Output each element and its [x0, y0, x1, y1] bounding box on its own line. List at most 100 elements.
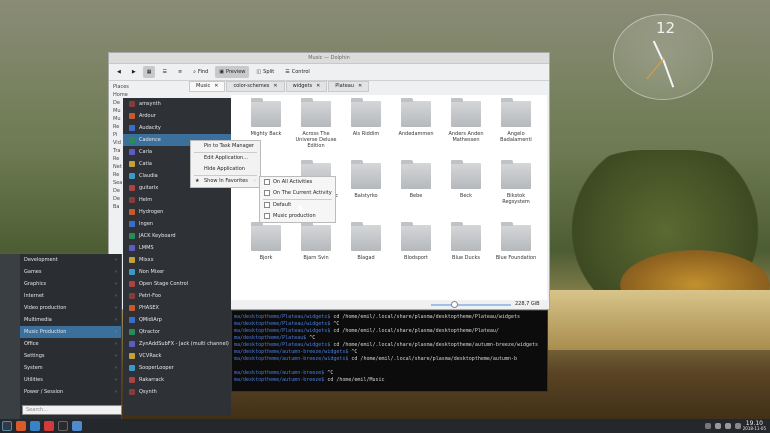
hide-application[interactable]: Hide Application [191, 164, 260, 175]
app-item[interactable]: Non Mixer [123, 266, 231, 278]
app-item[interactable]: PHASEX [123, 302, 231, 314]
app-icon [129, 341, 135, 347]
icons-view-button[interactable]: ▦ [142, 66, 156, 78]
app-label: Claudia [139, 173, 158, 179]
toolbar: ◀ ▶ ▦ ☰ ≡ ⌕ Find ▣ Preview ◫ Split ☰ Control [109, 64, 549, 81]
task-kdeconnect-icon[interactable] [72, 421, 82, 431]
task-pdf-icon[interactable] [44, 421, 54, 431]
folder-item[interactable]: Bjarn Svin [293, 222, 339, 261]
folder-item[interactable]: Andedammen [393, 98, 439, 137]
app-item[interactable]: Qtractor [123, 326, 231, 338]
app-item[interactable]: VCVRack [123, 350, 231, 362]
folder-item[interactable]: Bikstok Regsystem [493, 160, 539, 205]
preview-button[interactable]: ▣ Preview [215, 66, 250, 78]
zoom-handle[interactable] [451, 301, 458, 308]
folder-item[interactable]: Balstyrko [343, 160, 389, 199]
app-item[interactable]: Rakarrack [123, 374, 231, 386]
checkbox[interactable] [264, 213, 270, 219]
folder-item[interactable]: Beck [443, 160, 489, 199]
app-label: Audacity [139, 125, 161, 131]
taskbar-panel: 19.10 2018-11-05 [0, 419, 770, 433]
tab-color-schemes[interactable]: color-schemes ✕ [226, 81, 285, 92]
folder-item[interactable]: Bebe [393, 160, 439, 199]
app-item[interactable]: SooperLooper [123, 362, 231, 374]
application-launcher-icon[interactable] [2, 421, 12, 431]
tab-music[interactable]: Music ✕ [189, 81, 226, 92]
checkbox[interactable] [264, 190, 270, 196]
app-item[interactable]: Ingen [123, 218, 231, 230]
checkbox[interactable] [264, 202, 270, 208]
app-item[interactable]: Hydrogen [123, 206, 231, 218]
launcher-sidebar [0, 254, 20, 419]
on-current-activity[interactable]: On The Current Activity [260, 188, 335, 199]
folder-item[interactable]: Bjork [243, 222, 289, 261]
pin-to-task-manager[interactable]: Pin to Task Manager [191, 141, 260, 152]
app-label: LMMS [139, 245, 154, 251]
control-button[interactable]: ☰ Control [281, 66, 314, 78]
tab-widgets[interactable]: widgets ✕ [285, 81, 328, 92]
close-icon[interactable]: ✕ [214, 81, 218, 92]
folder-item[interactable]: Blue Foundation [493, 222, 539, 261]
on-all-activities[interactable]: On All Activities [260, 177, 335, 188]
close-icon[interactable]: ✕ [273, 81, 277, 92]
app-item[interactable]: LMMS [123, 242, 231, 254]
notification-icon[interactable] [704, 423, 711, 429]
forward-button[interactable]: ▶ [128, 66, 140, 78]
folder-item[interactable]: Als Riddim [343, 98, 389, 137]
find-button[interactable]: ⌕ Find [189, 66, 212, 78]
folder-item[interactable]: Mighty Back [243, 98, 289, 137]
edit-application[interactable]: Edit Application... [191, 153, 260, 164]
details-view-button[interactable]: ≡ [174, 66, 186, 78]
chevron-right-icon: › [115, 305, 117, 311]
category-label: Development [24, 257, 58, 263]
category-label: Music Production [24, 329, 67, 335]
activity-music-production[interactable]: Music production [260, 211, 335, 222]
volume-icon[interactable] [714, 423, 721, 429]
close-icon[interactable]: ✕ [316, 81, 320, 92]
folder-icon [451, 98, 481, 127]
search-field[interactable]: Search... [22, 405, 122, 415]
zoom-slider[interactable] [431, 301, 511, 308]
tab-label: color-schemes [233, 83, 270, 89]
network-icon[interactable] [724, 423, 731, 429]
folder-item[interactable]: Anders Anden Mathessen [443, 98, 489, 143]
back-button[interactable]: ◀ [113, 66, 125, 78]
app-item[interactable]: Mixxx [123, 254, 231, 266]
task-firefox-icon[interactable] [16, 421, 26, 431]
folder-item[interactable]: Angelo Badalamenti [493, 98, 539, 143]
folder-name: Blodsport [404, 255, 428, 261]
folder-icon [501, 222, 531, 251]
folder-item[interactable]: Blodsport [393, 222, 439, 261]
app-item[interactable]: Ardour [123, 110, 231, 122]
app-item[interactable]: Qsynth [123, 386, 231, 398]
folder-item[interactable]: Blagad [343, 222, 389, 261]
terminal-prompt: ma/desktoptheme/autumn-breeze$ [234, 370, 325, 376]
task-dolphin-icon[interactable] [30, 421, 40, 431]
app-item[interactable]: Petri-Foo [123, 290, 231, 302]
tray-arrow-icon[interactable] [734, 423, 741, 429]
folder-item[interactable]: Blue Ducks [443, 222, 489, 261]
app-icon [129, 257, 135, 263]
control-label: Control [291, 69, 310, 75]
tab-plateau[interactable]: Plateau ✕ [328, 81, 370, 92]
folder-icon [401, 222, 431, 251]
split-button[interactable]: ◫ Split [252, 66, 278, 78]
app-item[interactable]: JACK Keyboard [123, 230, 231, 242]
terminal-window[interactable]: ma/desktoptheme/Plateau/widgets$ cd /hom… [231, 310, 548, 392]
app-item[interactable]: Open Stage Control [123, 278, 231, 290]
show-in-favorites[interactable]: ★ Show In Favorites › [191, 176, 260, 187]
compact-view-button[interactable]: ☰ [158, 66, 170, 78]
app-item[interactable]: Helm [123, 194, 231, 206]
app-item[interactable]: amsynth [123, 98, 231, 110]
folder-item[interactable]: Across The Universe Deluxe Edition [293, 98, 339, 149]
close-icon[interactable]: ✕ [358, 81, 362, 92]
clock-widget: 12 [613, 14, 713, 100]
terminal-prompt: ma/desktoptheme/Plateau/widgets$ [234, 328, 331, 334]
app-label: ZynAddSubFX - Jack (multi channel) [139, 341, 229, 347]
app-item[interactable]: QMidiArp [123, 314, 231, 326]
task-terminal-icon[interactable] [58, 421, 68, 431]
app-item[interactable]: Audacity [123, 122, 231, 134]
digital-clock[interactable]: 19.10 2018-11-05 [743, 421, 766, 432]
checkbox[interactable] [264, 179, 270, 185]
app-item[interactable]: ZynAddSubFX - Jack (multi channel) [123, 338, 231, 350]
